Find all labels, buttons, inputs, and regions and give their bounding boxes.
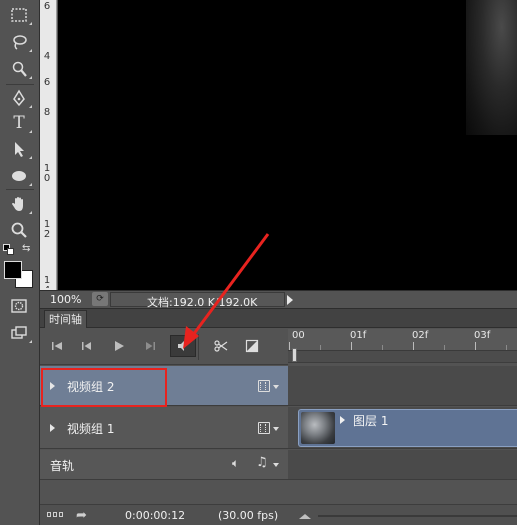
chevron-down-icon[interactable] bbox=[273, 463, 279, 467]
layer-clip[interactable]: 图层 1 bbox=[298, 409, 517, 447]
track-header-audio[interactable]: 音轨 🔈︎ ♫ bbox=[40, 450, 288, 480]
speaker-icon[interactable]: 🔈︎ bbox=[232, 456, 239, 471]
status-info-icon[interactable]: ⟳ bbox=[92, 292, 108, 306]
screen-mode-icon[interactable] bbox=[7, 322, 32, 344]
ruler-label: 1 0 bbox=[43, 163, 51, 184]
default-colors-icon[interactable] bbox=[3, 244, 15, 256]
frame-rate: (30.00 fps) bbox=[218, 509, 279, 522]
pen-icon[interactable] bbox=[7, 87, 32, 109]
clip-name: 图层 1 bbox=[353, 414, 389, 428]
marquee-icon[interactable] bbox=[7, 4, 32, 26]
work-area-bar[interactable] bbox=[288, 350, 517, 362]
zoom-icon[interactable] bbox=[7, 219, 31, 241]
play-icon[interactable] bbox=[108, 336, 130, 356]
timeline-panel: 时间轴 00 01f 02f 03f 视频组 2 视频组 1 图层 1 音轨 🔈… bbox=[40, 308, 517, 525]
type-icon[interactable]: T bbox=[7, 112, 32, 134]
track-lane-video-group-2[interactable] bbox=[288, 366, 517, 406]
path-selection-icon[interactable] bbox=[7, 138, 32, 160]
previous-frame-icon[interactable] bbox=[76, 336, 98, 356]
timeline-ruler[interactable]: 00 01f 02f 03f bbox=[288, 329, 517, 363]
clip-thumbnail bbox=[301, 412, 335, 444]
tab-timeline[interactable]: 时间轴 bbox=[44, 310, 87, 328]
ruler-tick bbox=[475, 342, 476, 350]
ruler-label: 8 bbox=[43, 107, 51, 118]
playback-controls bbox=[40, 329, 288, 365]
ruler-time-label: 00 bbox=[292, 330, 305, 341]
ellipse-icon[interactable] bbox=[7, 165, 32, 187]
track-lane-video-group-1[interactable]: 图层 1 bbox=[288, 407, 517, 449]
tools-panel: T ⇆ bbox=[0, 0, 40, 525]
chevron-down-icon[interactable] bbox=[273, 385, 279, 389]
track-header-video-group-1[interactable]: 视频组 1 bbox=[40, 407, 288, 449]
next-frame-icon[interactable] bbox=[139, 336, 161, 356]
lasso-icon[interactable] bbox=[7, 31, 32, 53]
hand-icon[interactable] bbox=[7, 193, 32, 215]
timeline-footer: ➦ 0:00:00:12 (30.00 fps) bbox=[40, 504, 517, 525]
mute-audio-button[interactable] bbox=[170, 335, 196, 357]
track-name: 视频组 1 bbox=[67, 422, 115, 436]
ruler-label: 6 bbox=[43, 1, 51, 12]
ruler-time-label: 02f bbox=[412, 330, 429, 341]
ruler-tick bbox=[351, 342, 352, 350]
ruler-tick bbox=[413, 342, 414, 350]
vertical-ruler: 6 4 6 8 1 0 1 2 1 4 bbox=[40, 0, 57, 290]
status-menu-arrow-icon[interactable] bbox=[287, 295, 293, 305]
zoom-out-icon[interactable] bbox=[299, 514, 311, 519]
film-strip-icon[interactable] bbox=[258, 422, 270, 434]
annotation-highlight-box bbox=[41, 368, 167, 407]
document-canvas[interactable] bbox=[58, 0, 517, 290]
ruler-label: 6 bbox=[43, 77, 51, 88]
music-note-icon[interactable]: ♫ bbox=[256, 455, 268, 470]
playhead-handle[interactable] bbox=[292, 348, 297, 362]
ruler-time-label: 01f bbox=[350, 330, 367, 341]
clip-expand-arrow-icon[interactable] bbox=[340, 416, 345, 424]
zoom-level[interactable]: 100% bbox=[50, 293, 81, 306]
ruler-tick bbox=[289, 342, 290, 350]
controls-separator bbox=[198, 334, 199, 360]
quick-selection-icon[interactable] bbox=[7, 58, 32, 80]
timeline-zoom-slider[interactable] bbox=[318, 515, 517, 517]
render-video-icon[interactable]: ➦ bbox=[76, 508, 87, 523]
ruler-label: 1 2 bbox=[43, 219, 51, 240]
status-bar: 100% ⟳ 文档:192.0 K/192.0K bbox=[40, 290, 517, 309]
canvas-image-content bbox=[466, 0, 517, 135]
ruler-time-label: 03f bbox=[474, 330, 491, 341]
track-name: 音轨 bbox=[50, 459, 75, 473]
ruler-label: 4 bbox=[43, 51, 51, 62]
timeline-tab-bar: 时间轴 bbox=[40, 309, 517, 328]
transition-icon[interactable] bbox=[241, 336, 263, 356]
swap-colors-icon[interactable]: ⇆ bbox=[22, 243, 30, 254]
ruler-label: 1 4 bbox=[43, 276, 51, 288]
go-to-first-frame-icon[interactable] bbox=[46, 336, 68, 356]
expand-arrow-icon[interactable] bbox=[50, 424, 55, 432]
quick-mask-icon[interactable] bbox=[7, 295, 31, 317]
film-strip-icon[interactable] bbox=[258, 380, 270, 392]
tools-separator bbox=[6, 189, 34, 190]
document-info-field: 文档:192.0 K/192.0K bbox=[110, 292, 285, 309]
convert-to-frame-animation-icon[interactable] bbox=[47, 512, 65, 519]
chevron-down-icon[interactable] bbox=[273, 427, 279, 431]
foreground-color-swatch[interactable] bbox=[4, 261, 22, 279]
current-timecode[interactable]: 0:00:00:12 bbox=[125, 509, 185, 522]
scissors-icon[interactable] bbox=[210, 336, 232, 356]
tools-separator bbox=[6, 84, 34, 85]
track-lane-audio[interactable] bbox=[288, 450, 517, 480]
